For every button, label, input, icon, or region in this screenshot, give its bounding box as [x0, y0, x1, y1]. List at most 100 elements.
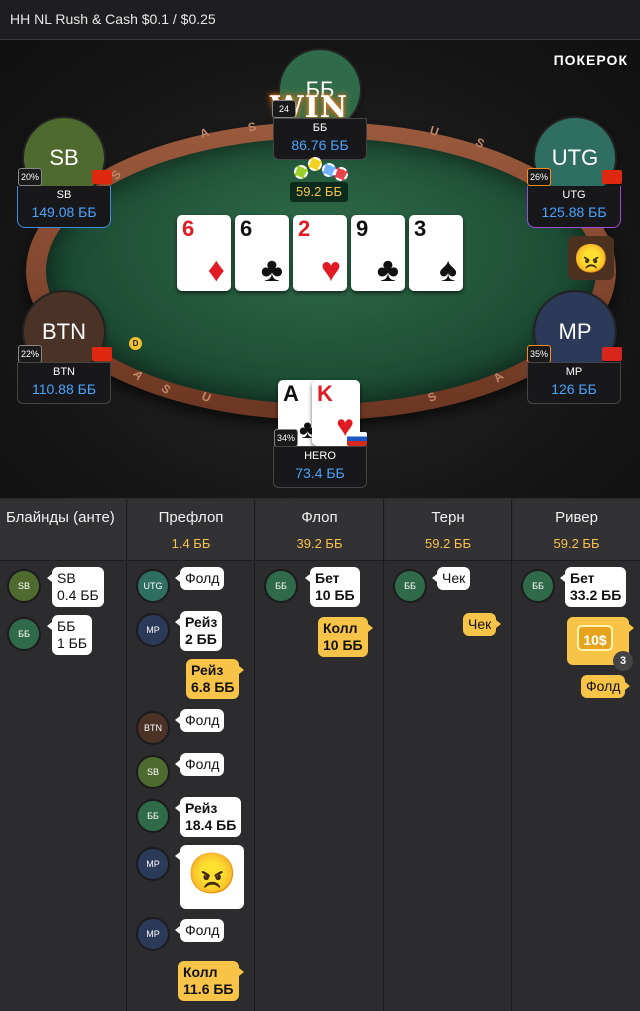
pot-amount: 59.2 ББ — [290, 182, 348, 202]
action-amount: 18.4 ББ — [185, 817, 237, 833]
rail-letter: S — [246, 119, 258, 135]
hand-history: Блайнды (анте) SB SB 0.4 ББ ББ ББ 1 ББ П… — [0, 499, 640, 1011]
avatar-label: SB — [49, 145, 79, 170]
dealer-button: D — [129, 337, 142, 350]
position-badge: SB — [136, 755, 170, 789]
action-label: Рейз — [185, 800, 218, 816]
hero-action-bubble: Колл 11.6 ББ — [178, 961, 243, 1001]
action-bubble: Фолд — [174, 753, 225, 776]
action-bubble: Фолд — [174, 709, 225, 732]
brand-logo: ПОКЕРОК — [553, 52, 628, 68]
action-bubble: Фолд — [174, 919, 225, 942]
hero-action-bubble: Фолд — [581, 675, 631, 698]
heart-suit-icon: ♥ — [320, 251, 341, 289]
street-column-river: Ривер 59.2 ББ ББ Бет 33.2 ББ 10$ 3 Фолд — [513, 499, 640, 1011]
column-pot: 1.4 ББ — [171, 536, 211, 551]
pot-chips-icon — [290, 155, 350, 181]
seat-stack: 110.88 ББ — [31, 381, 97, 397]
position-badge: MP — [136, 613, 170, 647]
seat-stack: 86.76 ББ — [291, 137, 349, 153]
angry-face-icon: 😠 — [175, 845, 244, 909]
action-amount: 6.8 ББ — [191, 679, 235, 695]
action-amount: 0.4 ББ — [57, 587, 99, 603]
action-label: Бет — [570, 570, 595, 586]
flag-hk-icon — [602, 170, 622, 184]
column-title: Ривер — [555, 509, 598, 526]
flag-cn-icon — [92, 170, 112, 184]
seat-name: HERO — [304, 450, 336, 462]
seat-name: ББ — [312, 122, 328, 134]
column-header: Терн 59.2 ББ — [385, 499, 511, 561]
card-rank: 6 — [240, 216, 253, 241]
seat-stack: 149.08 ББ — [31, 204, 97, 220]
column-title: Терн — [431, 509, 465, 526]
action-label: SB — [57, 570, 76, 586]
hero-action-bubble: Рейз 6.8 ББ — [186, 659, 246, 699]
seat-plate-mp[interactable]: MP 126 ББ — [527, 362, 621, 404]
action-amount: 1 ББ — [57, 635, 88, 651]
flag-cn-icon — [92, 347, 112, 361]
hero-action-bubble: Колл 10 ББ — [318, 617, 373, 657]
poker-table: ПОКЕРОК S A S U S A S U S A ББ WIN 24 ББ… — [0, 40, 640, 498]
avatar-label: BTN — [42, 319, 86, 344]
position-badge: ББ — [264, 569, 298, 603]
angry-face-icon: 😠 — [568, 236, 614, 280]
action-amount: 2 ББ — [185, 631, 217, 647]
window-title: HH NL Rush & Cash $0.1 / $0.25 — [10, 11, 216, 27]
seat-name: MP — [565, 366, 583, 378]
board-card: 3 ♠ — [409, 215, 463, 291]
action-label: Колл — [183, 964, 218, 980]
player-stat-badge[interactable]: 34% — [274, 429, 298, 447]
card-rank: A — [283, 381, 299, 406]
action-bubble: Фолд — [174, 567, 225, 590]
hero-action-bubble: Чек — [463, 613, 502, 636]
money-sticker-icon: 10$ — [577, 625, 613, 651]
position-badge: SB — [7, 569, 41, 603]
position-badge: MP — [136, 847, 170, 881]
player-stat-badge[interactable]: 22% — [18, 345, 42, 363]
title-bar: HH NL Rush & Cash $0.1 / $0.25 — [0, 0, 640, 40]
seat-stack: 73.4 ББ — [295, 465, 345, 481]
seat-name: UTG — [562, 189, 586, 201]
position-badge: ББ — [521, 569, 555, 603]
flag-ru-icon — [347, 432, 367, 446]
seat-plate-sb[interactable]: SB 149.08 ББ — [17, 186, 111, 228]
club-suit-icon: ♣ — [376, 251, 399, 289]
club-suit-icon: ♣ — [260, 251, 283, 289]
column-pot: 39.2 ББ — [296, 536, 343, 551]
board-card: 6 ♦ — [177, 215, 231, 291]
board-card: 2 ♥ — [293, 215, 347, 291]
seat-plate-utg[interactable]: UTG 125.88 ББ — [527, 186, 621, 228]
board-card: 6 ♣ — [235, 215, 289, 291]
avatar-label: UTG — [551, 145, 599, 170]
sticker-count-badge: 3 — [613, 651, 633, 671]
street-column-blinds: Блайнды (анте) SB SB 0.4 ББ ББ ББ 1 ББ — [0, 499, 127, 1011]
action-amount: 33.2 ББ — [570, 587, 622, 603]
column-header: Блайнды (анте) — [0, 499, 126, 561]
card-rank: 2 — [298, 216, 311, 241]
action-bubble: Бет 33.2 ББ — [559, 567, 627, 607]
position-badge: BTN — [136, 711, 170, 745]
column-pot: 59.2 ББ — [425, 536, 471, 551]
seat-plate-hero[interactable]: HERO 73.4 ББ — [273, 446, 367, 488]
card-rank: 9 — [356, 216, 369, 241]
street-column-turn: Терн 59.2 ББ ББ Чек Чек — [385, 499, 512, 1011]
column-pot: 59.2 ББ — [553, 536, 600, 551]
position-badge: ББ — [7, 617, 41, 651]
seat-stack: 125.88 ББ — [541, 204, 607, 220]
player-stat-badge[interactable]: 24 — [272, 100, 296, 118]
action-label: ББ — [57, 618, 76, 634]
seat-plate-bb[interactable]: ББ 86.76 ББ — [273, 118, 367, 160]
column-header: Ривер 59.2 ББ — [513, 499, 640, 561]
action-label: Колл — [323, 620, 358, 636]
seat-stack: 126 ББ — [551, 381, 597, 397]
player-stat-badge[interactable]: 20% — [18, 168, 42, 186]
player-stat-badge[interactable]: 26% — [527, 168, 551, 186]
action-amount: 10 ББ — [323, 637, 363, 653]
action-bubble: SB 0.4 ББ — [47, 567, 104, 607]
player-stat-badge[interactable]: 35% — [527, 345, 551, 363]
action-bubble: ББ 1 ББ — [46, 615, 93, 655]
action-amount: 11.6 ББ — [183, 981, 234, 997]
seat-plate-btn[interactable]: BTN 110.88 ББ — [17, 362, 111, 404]
action-bubble: Рейз 18.4 ББ — [174, 797, 242, 837]
